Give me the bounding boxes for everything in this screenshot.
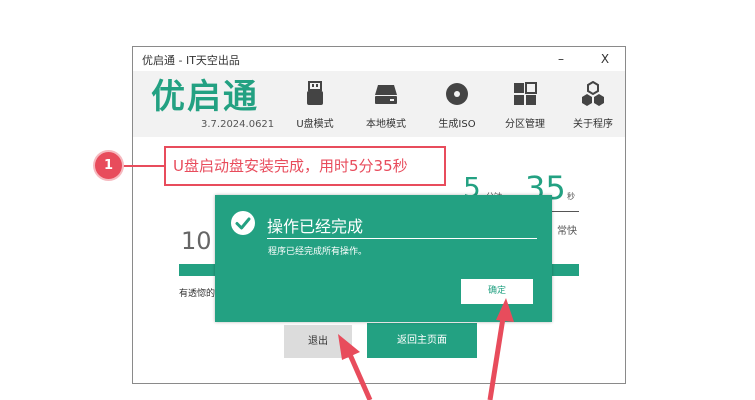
arrow-to-exit-icon	[338, 334, 373, 400]
annotation-arrows	[338, 298, 514, 400]
arrow-to-confirm-icon	[487, 298, 514, 400]
